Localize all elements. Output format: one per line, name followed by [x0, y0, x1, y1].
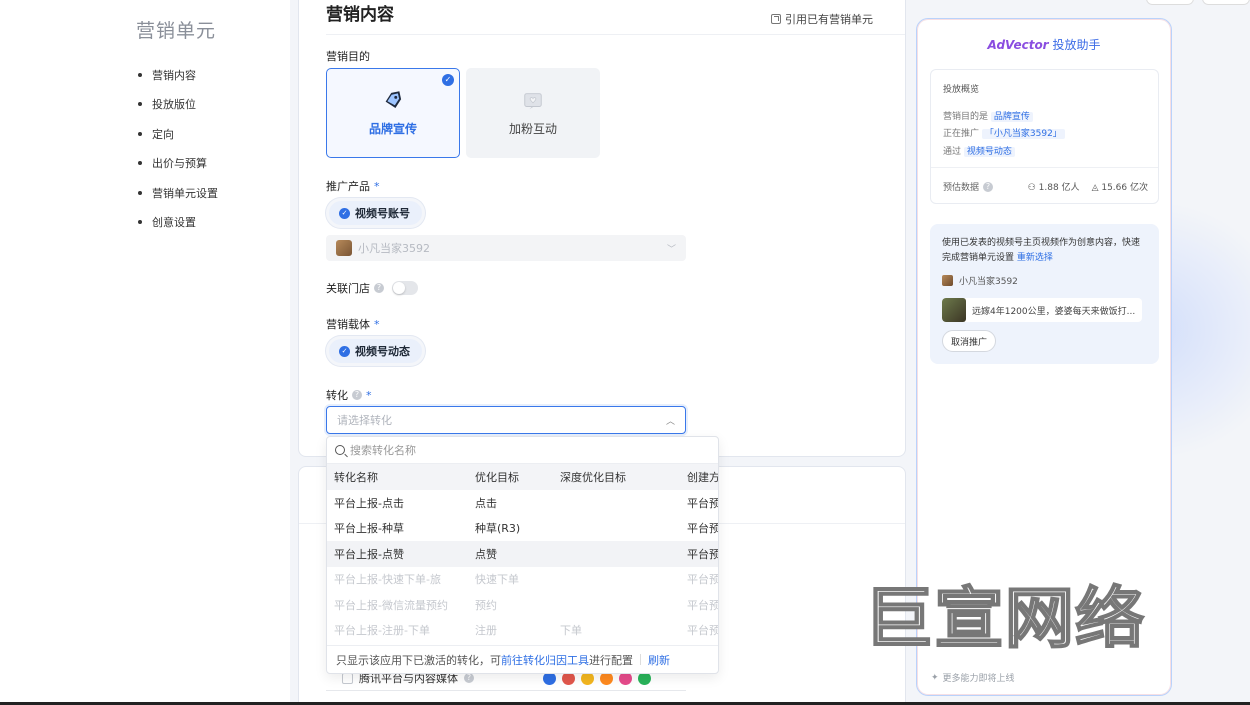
col-name: 转化名称: [327, 464, 468, 490]
left-nav: 营销单元 营销内容 投放版位 定向 出价与预算 营销单元设置 创意设置: [0, 0, 290, 705]
tag-icon: [385, 90, 402, 108]
search-icon: [335, 445, 345, 455]
divider: [326, 690, 686, 691]
estimate-stats: ⚇ 1.88 亿人 ◬ 15.66 亿次: [1028, 180, 1148, 193]
help-icon[interactable]: ?: [374, 283, 384, 293]
sparkle-icon: ✦: [931, 672, 939, 683]
bullet-icon: [138, 72, 142, 77]
help-icon[interactable]: ?: [352, 390, 362, 400]
conversion-label: 转化 ? *: [326, 388, 372, 403]
divider: [326, 34, 905, 35]
divider: [640, 654, 641, 665]
nav-item-content[interactable]: 营销内容: [138, 60, 218, 90]
nav-item-bid-budget[interactable]: 出价与预算: [138, 149, 218, 179]
carrier-label: 营销载体 *: [326, 317, 380, 332]
assistant-title: AdVector 投放助手: [987, 38, 1101, 52]
suggest-video[interactable]: 远嫁4年1200公里，婆婆每天来做饭打...: [942, 298, 1142, 322]
toolbar-pill[interactable]: [1146, 0, 1194, 5]
check-icon: ✓: [339, 345, 350, 357]
bullet-icon: [138, 102, 142, 107]
product-label: 推广产品 *: [326, 179, 380, 194]
user-icon: ⚇: [1027, 183, 1036, 193]
goal-follow-card[interactable]: 加粉互动: [466, 68, 600, 158]
watermark-logo: 巨宣网络: [863, 579, 1146, 658]
chevron-down-icon: ﹀: [666, 244, 676, 255]
attribution-tool-link[interactable]: 前往转化归因工具: [501, 652, 589, 668]
overview-goal: 营销目的是 品牌宣传: [943, 109, 1033, 122]
users-stat: ⚇ 1.88 亿人: [1027, 183, 1080, 193]
product-pill[interactable]: ✓ 视频号账号: [326, 198, 425, 228]
help-icon[interactable]: ?: [464, 673, 474, 683]
conversion-select[interactable]: 请选择转化 ︿: [326, 406, 686, 434]
col-goal: 优化目标: [468, 464, 553, 490]
conversion-search: [327, 437, 718, 464]
nav-title: 营销单元: [136, 20, 217, 42]
exposure-stat: ◬ 15.66 亿次: [1091, 183, 1148, 193]
goal-brand-label: 品牌宣传: [368, 121, 417, 136]
marketing-content-card: 营销内容 引用已有营销单元 营销目的 ✓ 品牌宣传 加粉互动 推广产品 * ✓ 视…: [298, 0, 906, 457]
bullet-icon: [138, 220, 142, 225]
refresh-link[interactable]: 刷新: [648, 652, 670, 668]
overview-box: 投放概览 营销目的是 品牌宣传 正在推广 「小凡当家3592」 通过 视频号动态…: [930, 69, 1159, 204]
check-icon: ✓: [339, 207, 350, 219]
import-icon: [771, 14, 781, 24]
overview-via: 通过 视频号动态: [943, 144, 1015, 157]
bullet-icon: [138, 161, 142, 166]
table-row[interactable]: 平台上报-点赞 点赞 平台预: [327, 541, 718, 567]
goal-label: 营销目的: [326, 50, 370, 63]
estimate-label: 预估数据 ?: [943, 180, 994, 193]
section-title: 营销内容: [326, 5, 394, 25]
suggest-account: 小凡当家3592: [942, 274, 1018, 287]
table-row: 平台上报-微信流量预约 预约 平台预: [334, 598, 719, 612]
video-thumbnail: [942, 298, 966, 322]
account-select: 小凡当家3592 ﹀: [326, 235, 686, 261]
store-toggle[interactable]: [392, 281, 418, 295]
chevron-up-icon: ︿: [665, 416, 675, 427]
bullet-icon: [138, 131, 142, 136]
bullet-icon: [138, 190, 142, 195]
check-icon: ✓: [442, 74, 454, 86]
conversion-dropdown: 转化名称 优化目标 深度优化目标 创建方 平台上报-点击 点击 平台预 平台上报…: [326, 436, 719, 674]
reselect-link[interactable]: 重新选择: [1017, 253, 1053, 263]
toolbar-pill[interactable]: [1202, 0, 1250, 5]
nav-item-placement[interactable]: 投放版位: [138, 90, 218, 120]
conversion-search-input[interactable]: [350, 443, 650, 457]
store-label: 关联门店 ?: [326, 280, 418, 296]
carrier-pill[interactable]: ✓ 视频号动态: [326, 336, 425, 366]
overview-promo: 正在推广 「小凡当家3592」: [943, 126, 1065, 139]
media-checkbox[interactable]: [342, 672, 353, 684]
goal-follow-label: 加粉互动: [508, 121, 557, 136]
nav-item-creative-settings[interactable]: 创意设置: [138, 208, 218, 238]
more-capabilities: ✦ 更多能力即将上线: [931, 672, 1015, 685]
avatar: [942, 275, 953, 286]
col-deep-goal: 深度优化目标: [553, 464, 680, 490]
quote-existing-unit-link[interactable]: 引用已有营销单元: [771, 11, 873, 27]
col-creator: 创建方: [680, 464, 718, 490]
conversion-table: 转化名称 优化目标 深度优化目标 创建方 平台上报-点击 点击 平台预 平台上报…: [327, 464, 719, 643]
cancel-promo-button[interactable]: 取消推广: [942, 330, 997, 352]
top-toolbar-pills: [1146, 0, 1250, 5]
suggestion-text: 使用已发表的视频号主页视频作为创意内容，快速完成营销单元设置 重新选择: [942, 238, 1141, 263]
table-row[interactable]: 平台上报-点击 点击 平台预: [327, 490, 718, 516]
table-row: 平台上报-注册-下单 注册 下单 平台预: [334, 624, 719, 638]
table-header: 转化名称 优化目标 深度优化目标 创建方: [327, 464, 718, 490]
goal-brand-card[interactable]: ✓ 品牌宣传: [326, 68, 460, 158]
suggestion-box: 使用已发表的视频号主页视频作为创意内容，快速完成营销单元设置 重新选择 小凡当家…: [930, 224, 1159, 364]
nav-item-targeting[interactable]: 定向: [138, 119, 218, 149]
table-row[interactable]: 平台上报-种草 种草(R3) 平台预: [327, 516, 718, 542]
table-row: 平台上报-快速下单-旅 快速下单 平台预: [334, 573, 719, 587]
nav-item-unit-settings[interactable]: 营销单元设置: [138, 178, 218, 208]
message-heart-icon: [524, 92, 542, 109]
nav-list: 营销内容 投放版位 定向 出价与预算 营销单元设置 创意设置: [138, 60, 218, 237]
dropdown-footer: 只显示该应用下已激活的转化，可 前往转化归因工具 进行配置 刷新: [327, 645, 718, 673]
eye-icon: ◬: [1091, 183, 1099, 193]
avatar: [336, 240, 352, 256]
divider: [931, 167, 1158, 168]
help-icon[interactable]: ?: [983, 181, 994, 192]
